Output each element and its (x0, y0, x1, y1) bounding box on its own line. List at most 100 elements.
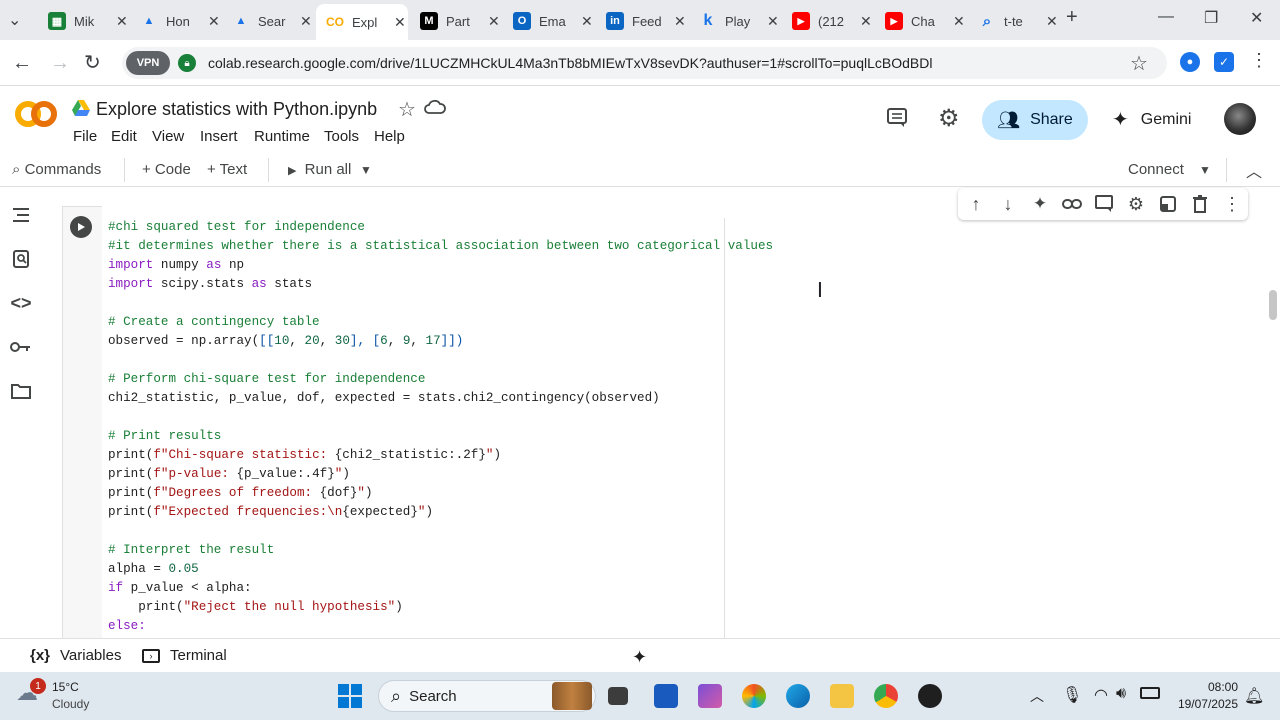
window-close-icon[interactable]: ✕ (1250, 8, 1263, 28)
media-player-icon[interactable] (918, 684, 942, 708)
run-cell-button[interactable] (70, 216, 92, 238)
close-icon[interactable]: ✕ (953, 13, 965, 30)
close-icon[interactable]: ✕ (208, 13, 220, 30)
notebook-title[interactable]: Explore statistics with Python.ipynb (96, 99, 377, 120)
edge-icon[interactable] (786, 684, 810, 708)
browser-tab-active[interactable]: CO Expl ✕ (316, 4, 408, 40)
close-icon[interactable]: ✕ (860, 13, 872, 30)
browser-tab[interactable]: ▶ (212 ✕ (782, 4, 874, 38)
gemini-sparkle-icon[interactable]: ✦ (632, 647, 647, 668)
back-icon[interactable]: ← (12, 52, 32, 75)
key-icon[interactable] (10, 336, 32, 358)
browser-tab[interactable]: M Part ✕ (410, 4, 502, 38)
table-of-contents-icon[interactable] (10, 204, 32, 226)
task-view-icon[interactable] (608, 687, 628, 705)
browser-menu-icon[interactable]: ⋮ (1250, 50, 1268, 71)
close-icon[interactable]: ✕ (674, 13, 686, 30)
gemini-button[interactable]: ✦ Gemini (1112, 107, 1191, 132)
drive-icon[interactable] (72, 100, 90, 121)
close-icon[interactable]: ✕ (116, 13, 128, 30)
commands-button[interactable]: ⌕ Commands (12, 161, 101, 178)
find-icon[interactable] (10, 248, 32, 270)
menu-view[interactable]: View (152, 128, 184, 145)
code-editor[interactable] (102, 206, 1264, 638)
star-icon[interactable]: ☆ (398, 97, 416, 122)
copilot-icon[interactable] (742, 684, 766, 708)
vpn-badge[interactable]: VPN (126, 51, 170, 75)
chrome-icon[interactable] (874, 684, 898, 708)
colab-logo[interactable] (14, 99, 58, 129)
delete-icon[interactable] (1190, 194, 1210, 214)
browser-tab[interactable]: O Ema ✕ (503, 4, 595, 38)
move-up-icon[interactable]: ↑ (966, 194, 986, 214)
settings-gear-icon[interactable]: ⚙ (938, 104, 960, 133)
forward-icon[interactable]: → (50, 52, 70, 75)
run-all-dropdown-icon[interactable]: ▼ (360, 163, 372, 177)
add-code-button[interactable]: + Code (142, 161, 191, 178)
browser-tab[interactable]: ▶ Cha ✕ (875, 4, 967, 38)
scrollbar[interactable] (1269, 290, 1277, 320)
word-icon[interactable] (654, 684, 678, 708)
browser-tab[interactable]: ▲ Hon ✕ (130, 4, 222, 38)
mirror-cell-icon[interactable] (1158, 194, 1178, 214)
new-tab-button[interactable]: + (1066, 6, 1078, 29)
weather-temp[interactable]: 15°C (52, 680, 79, 694)
cloud-icon[interactable] (424, 99, 446, 120)
menu-help[interactable]: Help (374, 128, 405, 145)
menu-tools[interactable]: Tools (324, 128, 359, 145)
reload-icon[interactable]: ↻ (84, 50, 101, 75)
tab-search-icon[interactable]: ⌄ (8, 10, 21, 30)
folder-icon[interactable] (10, 380, 32, 402)
shield-icon[interactable]: ✓ (1214, 52, 1234, 72)
browser-tab[interactable]: in Feed ✕ (596, 4, 688, 38)
close-icon[interactable]: ✕ (581, 13, 593, 30)
weather-desc[interactable]: Cloudy (52, 697, 89, 711)
variables-button[interactable]: {x} Variables (30, 647, 121, 664)
windows-start-icon[interactable] (338, 684, 362, 713)
browser-tab[interactable]: ▦ Mik ✕ (38, 4, 130, 38)
connect-button[interactable]: Connect (1128, 161, 1184, 178)
profile-icon[interactable]: ● (1180, 52, 1200, 72)
chevron-up-icon[interactable]: ︿ (1030, 686, 1044, 706)
wifi-icon[interactable]: ◠ (1094, 685, 1108, 705)
bookmark-star-icon[interactable]: ☆ (1130, 51, 1148, 76)
url-text[interactable]: colab.research.google.com/drive/1LUCZMHC… (208, 55, 932, 71)
menu-insert[interactable]: Insert (200, 128, 238, 145)
menu-edit[interactable]: Edit (111, 128, 137, 145)
menu-file[interactable]: File (73, 128, 97, 145)
close-icon[interactable]: ✕ (488, 13, 500, 30)
terminal-button[interactable]: › Terminal (142, 647, 227, 664)
minimize-icon[interactable]: — (1158, 8, 1174, 26)
close-icon[interactable]: ✕ (767, 13, 779, 30)
close-icon[interactable]: ✕ (300, 13, 312, 30)
snipping-tool-icon[interactable] (698, 684, 722, 708)
account-avatar[interactable] (1224, 103, 1256, 135)
collapse-header-icon[interactable]: ︿ (1246, 158, 1262, 182)
run-all-button[interactable]: ▶ Run all (288, 161, 351, 178)
lock-icon[interactable]: 🔒︎ (178, 54, 196, 72)
code-snippets-icon[interactable]: <> (10, 292, 32, 314)
notifications-bell-icon[interactable]: 🔔︎ (1244, 686, 1264, 706)
battery-icon[interactable] (1140, 687, 1160, 699)
browser-tab[interactable]: k Play ✕ (689, 4, 781, 38)
browser-tab[interactable]: ⌕ t-te ✕ (968, 4, 1060, 38)
comments-icon[interactable] (886, 107, 908, 134)
microphone-icon[interactable]: 🎙︎ (1062, 685, 1082, 705)
link-icon[interactable] (1062, 194, 1082, 214)
restore-icon[interactable]: ❐ (1204, 8, 1218, 28)
browser-tab[interactable]: ▲ Sear ✕ (222, 4, 314, 38)
search-highlight-image[interactable] (552, 682, 592, 710)
close-icon[interactable]: ✕ (394, 14, 406, 31)
more-options-icon[interactable]: ⋮ (1222, 194, 1242, 214)
connect-dropdown-icon[interactable]: ▼ (1199, 163, 1211, 177)
volume-icon[interactable]: 🔊︎ (1116, 685, 1126, 703)
close-icon[interactable]: ✕ (1046, 13, 1058, 30)
file-explorer-icon[interactable] (830, 684, 854, 708)
cell-settings-icon[interactable]: ⚙ (1126, 194, 1146, 214)
system-clock[interactable]: 08:00 19/07/2025 (1174, 679, 1238, 713)
add-text-button[interactable]: + Text (207, 161, 247, 178)
comment-icon[interactable] (1094, 194, 1114, 214)
move-down-icon[interactable]: ↓ (998, 194, 1018, 214)
gemini-sparkle-icon[interactable]: ✦ (1030, 194, 1050, 214)
menu-runtime[interactable]: Runtime (254, 128, 310, 145)
